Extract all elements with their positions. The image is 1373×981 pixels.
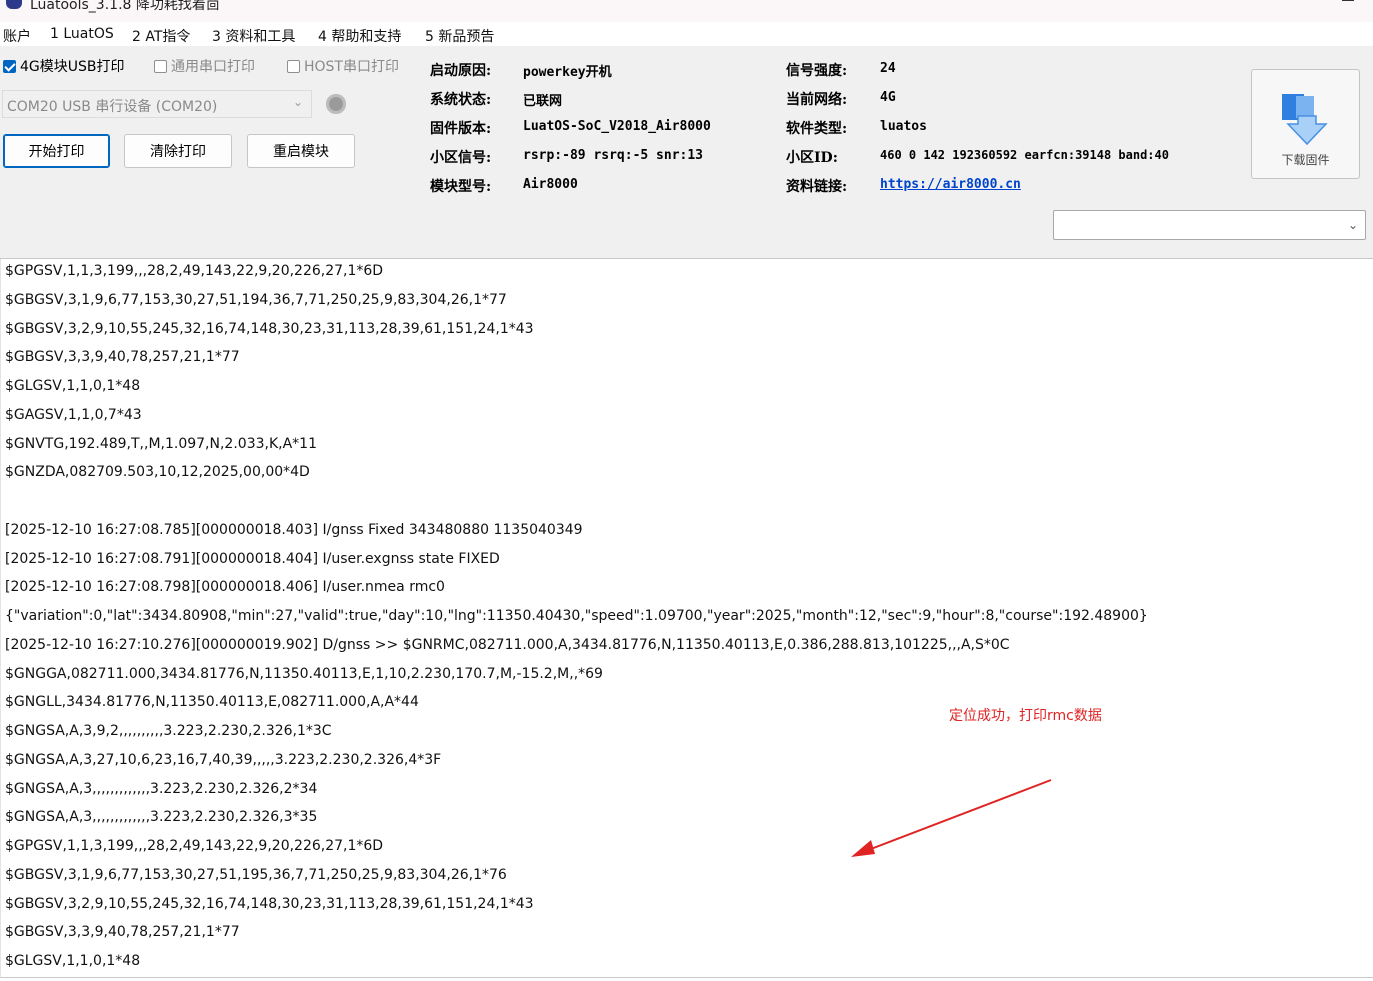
menu-item-luatos[interactable]: 1 LuatOS xyxy=(50,26,114,42)
menu-item-new-products[interactable]: 5 新品预告 xyxy=(425,26,494,46)
annotation-text: 定位成功，打印rmc数据 xyxy=(949,708,1102,724)
download-arrow-icon xyxy=(1282,94,1328,146)
menu-bar: 账户 1 LuatOS 2 AT指令 3 资料和工具 4 帮助和支持 5 新品预… xyxy=(0,22,1373,46)
window-title: Luatools_3.1.8 降功耗找着茴 xyxy=(30,0,220,13)
control-panel: 4G模块USB打印 通用串口打印 HOST串口打印 COM20 USB 串行设备… xyxy=(0,46,1373,259)
firmware-select[interactable]: ⌄ xyxy=(1053,210,1366,240)
software-type-label: 软件类型: xyxy=(786,121,848,137)
log-output[interactable]: $GPGSV,1,1,3,199,,,28,2,49,143,22,9,20,2… xyxy=(0,259,1373,978)
checkbox-icon[interactable] xyxy=(287,59,300,73)
log-line: $GLGSV,1,1,0,1*48 xyxy=(5,953,141,969)
log-line: $GPGSV,1,1,3,199,,,28,2,49,143,22,9,20,2… xyxy=(5,263,384,279)
cell-id-value: 460 0 142 192360592 earfcn:39148 band:40 xyxy=(880,148,1169,162)
chevron-down-icon: ⌄ xyxy=(292,95,303,109)
log-line: $GBGSV,3,3,9,40,78,257,21,1*77 xyxy=(5,349,240,366)
boot-reason-label: 启动原因: xyxy=(430,63,492,79)
com-port-select[interactable]: COM20 USB 串行设备 (COM20) ⌄ xyxy=(2,90,312,118)
restart-module-button[interactable]: 重启模块 xyxy=(247,134,355,168)
firmware-label: 固件版本: xyxy=(430,121,492,137)
system-status-label: 系统状态: xyxy=(430,92,492,108)
docs-link[interactable]: https://air8000.cn xyxy=(880,177,1021,192)
annotation-arrow-icon xyxy=(851,779,1052,857)
menu-item-help-support[interactable]: 4 帮助和支持 xyxy=(318,26,401,46)
log-line: {"variation":0,"lat":3434.80908,"min":27… xyxy=(5,608,1148,624)
log-line: $GBGSV,3,2,9,10,55,245,32,16,74,148,30,2… xyxy=(5,895,534,912)
chevron-down-icon: ⌄ xyxy=(1347,218,1358,232)
log-line: $GNGSA,A,3,27,10,6,23,16,7,40,39,,,,,3.2… xyxy=(5,751,442,768)
docs-link-label: 资料链接: xyxy=(786,179,848,195)
software-type-value: luatos xyxy=(880,119,927,134)
log-line: $GLGSV,1,1,0,1*48 xyxy=(5,378,141,394)
log-line: [2025-12-10 16:27:08.791][000000018.404]… xyxy=(5,550,500,567)
log-line: $GNGSA,A,3,,,,,,,,,,,,,3.223,2.230,2.326… xyxy=(5,809,318,826)
checkbox-icon[interactable] xyxy=(154,59,167,73)
log-line: $GNGSA,A,3,9,2,,,,,,,,,,3.223,2.230,2.32… xyxy=(5,723,332,739)
usb-print-label: 4G模块USB打印 xyxy=(20,59,125,75)
title-bar: Luatools_3.1.8 降功耗找着茴 xyxy=(0,0,1373,22)
log-line: [2025-12-10 16:27:08.798][000000018.406]… xyxy=(5,579,445,596)
cell-id-label: 小区ID: xyxy=(786,150,838,166)
usb-print-checkbox[interactable]: 4G模块USB打印 xyxy=(3,57,125,75)
clear-print-button[interactable]: 清除打印 xyxy=(124,134,232,168)
log-line: $GBGSV,3,2,9,10,55,245,32,16,74,148,30,2… xyxy=(5,320,534,337)
log-line: $GPGSV,1,1,3,199,,,28,2,49,143,22,9,20,2… xyxy=(5,838,384,854)
network-label: 当前网络: xyxy=(786,92,848,108)
log-line: $GBGSV,3,1,9,6,77,153,30,27,51,195,36,7,… xyxy=(5,866,507,883)
host-print-checkbox[interactable]: HOST串口打印 xyxy=(287,57,399,75)
log-line: $GNGSA,A,3,,,,,,,,,,,,,3.223,2.230,2.326… xyxy=(5,780,318,797)
start-print-button[interactable]: 开始打印 xyxy=(3,134,110,168)
log-line: $GNGLL,3434.81776,N,11350.40113,E,082711… xyxy=(5,694,419,711)
network-value: 4G xyxy=(880,90,896,105)
minimize-icon[interactable] xyxy=(1342,0,1354,1)
log-line: $GAGSV,1,1,0,7*43 xyxy=(5,406,142,423)
module-model-label: 模块型号: xyxy=(430,179,492,195)
log-line: $GBGSV,3,3,9,40,78,257,21,1*77 xyxy=(5,924,240,941)
cell-signal-value: rsrp:-89 rsrq:-5 snr:13 xyxy=(523,148,704,163)
menu-item-account[interactable]: 账户 xyxy=(3,26,31,46)
log-line: $GNGGA,082711.000,3434.81776,N,11350.401… xyxy=(5,665,603,682)
log-line: $GNZDA,082709.503,10,12,2025,00,00*4D xyxy=(5,464,310,481)
cell-signal-label: 小区信号: xyxy=(430,150,492,166)
menu-item-at-commands[interactable]: 2 AT指令 xyxy=(132,26,190,46)
signal-strength-value: 24 xyxy=(880,61,896,76)
uart-print-checkbox[interactable]: 通用串口打印 xyxy=(154,57,255,75)
log-line: [2025-12-10 16:27:08.785][000000018.403]… xyxy=(5,521,583,538)
system-status-value: 已联网 xyxy=(523,94,563,109)
menu-item-resources-tools[interactable]: 3 资料和工具 xyxy=(212,26,295,46)
download-firmware-button[interactable]: 下载固件 xyxy=(1251,69,1360,179)
uart-print-label: 通用串口打印 xyxy=(171,59,255,75)
log-line: [2025-12-10 16:27:10.276][000000019.902]… xyxy=(5,636,1010,653)
signal-strength-label: 信号强度: xyxy=(786,63,848,79)
log-line: $GNVTG,192.489,T,,M,1.097,N,2.033,K,A*11 xyxy=(5,435,317,452)
firmware-value: LuatOS-SoC_V2018_Air8000 xyxy=(523,119,711,134)
download-firmware-label: 下载固件 xyxy=(1281,153,1330,167)
boot-reason-value: powerkey开机 xyxy=(523,65,612,80)
log-line: $GBGSV,3,1,9,6,77,153,30,27,51,194,36,7,… xyxy=(5,291,507,308)
checkbox-checked-icon[interactable] xyxy=(3,59,16,73)
refresh-icon[interactable] xyxy=(326,94,346,114)
module-model-value: Air8000 xyxy=(523,177,578,192)
app-logo-icon xyxy=(6,0,22,9)
host-print-label: HOST串口打印 xyxy=(304,59,399,75)
com-port-value: COM20 USB 串行设备 (COM20) xyxy=(7,99,218,115)
